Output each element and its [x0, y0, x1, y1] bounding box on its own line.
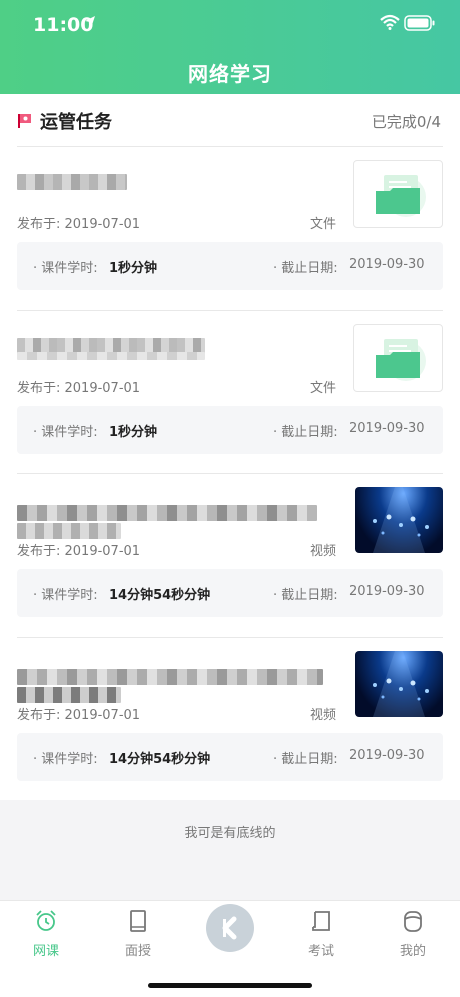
course-hours-value: 14分钟54秒分钟: [109, 588, 211, 603]
task-card[interactable]: 发布于: 2019-07-01 文件 · 课件学时: 1秒分钟 · 截止日期: …: [0, 146, 460, 310]
tab-exam[interactable]: 考试: [291, 909, 351, 959]
course-hours-label: · 课件学时:: [33, 752, 98, 767]
list-end-text: 我可是有底线的: [184, 826, 276, 841]
course-info-box: · 课件学时: 14分钟54秒分钟 · 截止日期: 2019-09-30: [17, 569, 443, 617]
user-icon: [383, 909, 443, 937]
course-info-box: · 课件学时: 1秒分钟 · 截止日期: 2019-09-30: [17, 242, 443, 290]
course-hours-value: 1秒分钟: [109, 425, 158, 440]
course-hours-label: · 课件学时:: [33, 425, 98, 440]
page-title: 网络学习: [188, 62, 272, 86]
content-type: 视频: [309, 708, 336, 723]
deadline-label: · 截止日期:: [273, 261, 338, 276]
section-header: 运管任务 已完成0/4: [0, 94, 460, 146]
deadline-label: · 截止日期:: [273, 752, 338, 767]
deadline-value: 2019-09-30: [349, 584, 425, 599]
back-arrow-icon: [206, 916, 254, 956]
course-info-box: · 课件学时: 14分钟54秒分钟 · 截止日期: 2019-09-30: [17, 733, 443, 781]
tab-label: 考试: [307, 944, 334, 959]
video-thumbnail: [355, 651, 443, 717]
course-hours-value: 14分钟54秒分钟: [109, 752, 211, 767]
exam-paper-icon: [291, 909, 351, 937]
task-title-blurred: [17, 160, 317, 200]
wifi-icon: [380, 14, 400, 34]
tablet-icon: [108, 909, 168, 937]
course-hours-label: · 课件学时:: [33, 588, 98, 603]
deadline-value: 2019-09-30: [349, 748, 425, 763]
tab-label: 面授: [124, 944, 151, 959]
task-title-blurred: [17, 487, 317, 539]
location-arrow-icon: [84, 14, 96, 33]
task-card[interactable]: 发布于: 2019-07-01 视频 · 课件学时: 14分钟54秒分钟 · 截…: [0, 637, 460, 801]
course-info-box: · 课件学时: 1秒分钟 · 截止日期: 2019-09-30: [17, 406, 443, 454]
publish-date: 发布于: 2019-07-01: [17, 544, 141, 559]
task-title-blurred: [17, 651, 323, 703]
deadline-value: 2019-09-30: [349, 421, 425, 436]
task-card[interactable]: 发布于: 2019-07-01 文件 · 课件学时: 1秒分钟 · 截止日期: …: [0, 310, 460, 474]
publish-date: 发布于: 2019-07-01: [17, 217, 141, 232]
deadline-label: · 截止日期:: [273, 425, 338, 440]
tab-face-to-face[interactable]: 面授: [108, 909, 168, 959]
content-type: 视频: [309, 544, 336, 559]
deadline-value: 2019-09-30: [349, 257, 425, 272]
video-thumbnail: [355, 487, 443, 553]
folder-icon: [353, 160, 443, 228]
list-end-area: 我可是有底线的: [0, 800, 460, 900]
status-bar: 11:00: [0, 0, 460, 50]
content-type: 文件: [309, 381, 336, 396]
battery-icon: [404, 15, 436, 35]
task-card[interactable]: 发布于: 2019-07-01 视频 · 课件学时: 14分钟54秒分钟 · 截…: [0, 473, 460, 637]
tab-label: 我的: [399, 944, 426, 959]
course-hours-value: 1秒分钟: [109, 261, 158, 276]
folder-icon: [353, 324, 443, 392]
flag-icon: [17, 113, 33, 133]
deadline-label: · 截止日期:: [273, 588, 338, 603]
section-title: 运管任务: [40, 112, 112, 133]
publish-date: 发布于: 2019-07-01: [17, 708, 141, 723]
tab-mine[interactable]: 我的: [383, 909, 443, 959]
center-action-button[interactable]: [206, 904, 254, 952]
course-hours-label: · 课件学时:: [33, 261, 98, 276]
publish-date: 发布于: 2019-07-01: [17, 381, 141, 396]
section-progress: 已完成0/4: [371, 113, 441, 131]
alarm-clock-icon: [16, 909, 76, 937]
tab-online-course[interactable]: 网课: [16, 909, 76, 959]
header-bar: 11:00 网络学习: [0, 0, 460, 94]
tab-label: 网课: [32, 944, 59, 959]
home-indicator[interactable]: [148, 983, 312, 988]
content-type: 文件: [309, 217, 336, 232]
task-title-blurred: [17, 324, 317, 364]
